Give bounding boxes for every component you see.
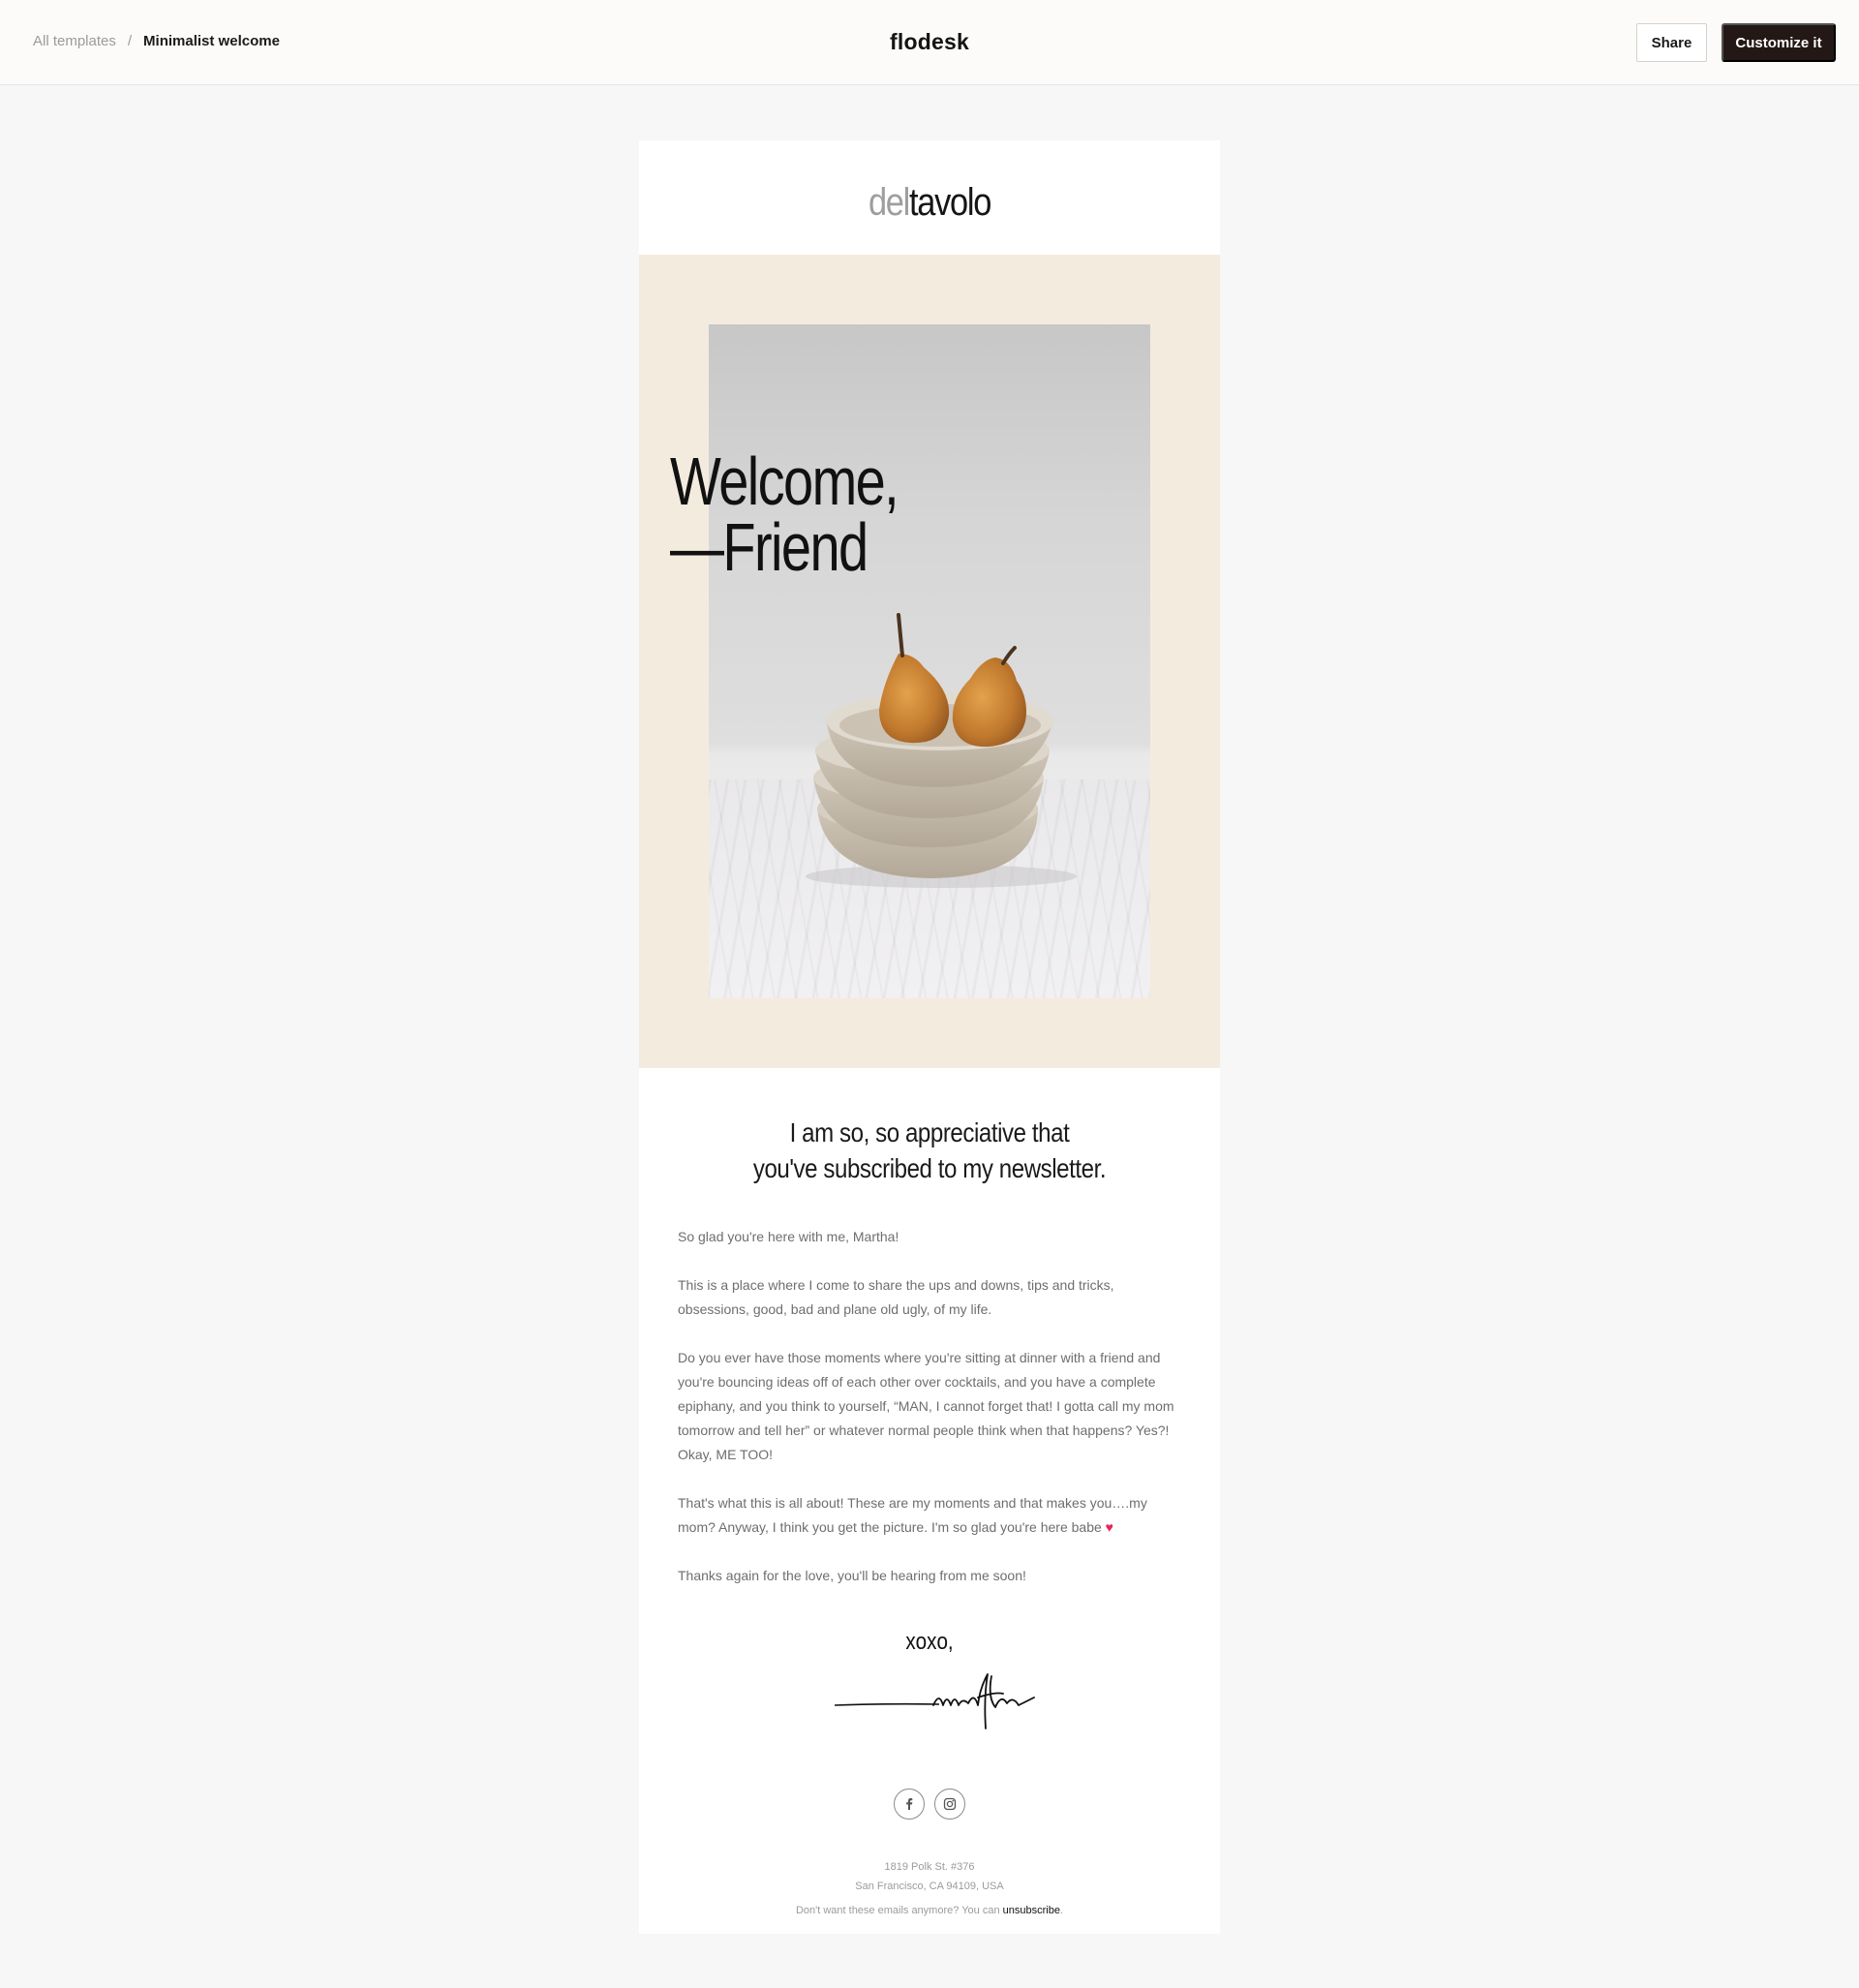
- email-logo-light: del: [868, 181, 910, 224]
- share-button[interactable]: Share: [1636, 23, 1707, 62]
- bowls-and-pears-illustration: [806, 613, 1077, 888]
- instagram-icon[interactable]: [934, 1789, 965, 1820]
- hero-headline-line2: —Friend: [670, 509, 869, 585]
- paragraph-greeting: So glad you're here with me, Martha!: [678, 1229, 899, 1244]
- intro-line1: I am so, so appreciative that: [789, 1117, 1070, 1147]
- paragraph-picture-text: That's what this is all about! These are…: [678, 1495, 1147, 1535]
- top-bar: All templates / Minimalist welcome flode…: [0, 0, 1859, 85]
- paragraph-picture: That's what this is all about! These are…: [678, 1491, 1181, 1540]
- paragraph-thanks: Thanks again for the love, you'll be hea…: [678, 1568, 1026, 1583]
- unsubscribe-text: Don't want these emails anymore? You can: [795, 1905, 1000, 1916]
- heart-icon: ♥: [1105, 1519, 1113, 1535]
- customize-button[interactable]: Customize it: [1722, 23, 1836, 62]
- body-text: So glad you're here with me, Martha! Thi…: [678, 1225, 1181, 1612]
- hero-photo-pears-in-bowls: [709, 324, 1150, 998]
- hero-headline-line1: Welcome,: [670, 443, 899, 519]
- unsubscribe-link[interactable]: unsubscribe: [1003, 1905, 1060, 1916]
- paragraph-moments: Do you ever have those moments where you…: [678, 1350, 1174, 1462]
- hero-headline: Welcome, —Friend: [670, 443, 899, 585]
- unsubscribe-line: Don't want these emails anymore? You can…: [639, 1905, 1220, 1916]
- email-logo-dark: tavolo: [908, 181, 991, 224]
- facebook-icon[interactable]: [894, 1789, 925, 1820]
- intro-line2: you've subscribed to my newsletter.: [752, 1153, 1107, 1183]
- email-preview: deltavolo Welcome, —Friend I am so, so a…: [639, 140, 1220, 1934]
- footer-address: 1819 Polk St. #376 San Francisco, CA 941…: [639, 1857, 1220, 1896]
- address-line1: 1819 Polk St. #376: [884, 1861, 975, 1873]
- signature-martha: [834, 1673, 1035, 1729]
- email-logo: deltavolo: [680, 181, 1179, 225]
- paragraph-about: This is a place where I come to share th…: [678, 1277, 1114, 1317]
- flodesk-logo[interactable]: flodesk: [0, 29, 1859, 55]
- address-line2: San Francisco, CA 94109, USA: [855, 1881, 1004, 1892]
- intro-heading: I am so, so appreciative that you've sub…: [639, 1115, 1220, 1186]
- hero-section: Welcome, —Friend: [639, 255, 1220, 1068]
- signoff: xoxo,: [905, 1629, 954, 1655]
- unsubscribe-period: .: [1059, 1905, 1064, 1916]
- social-links: [639, 1789, 1220, 1820]
